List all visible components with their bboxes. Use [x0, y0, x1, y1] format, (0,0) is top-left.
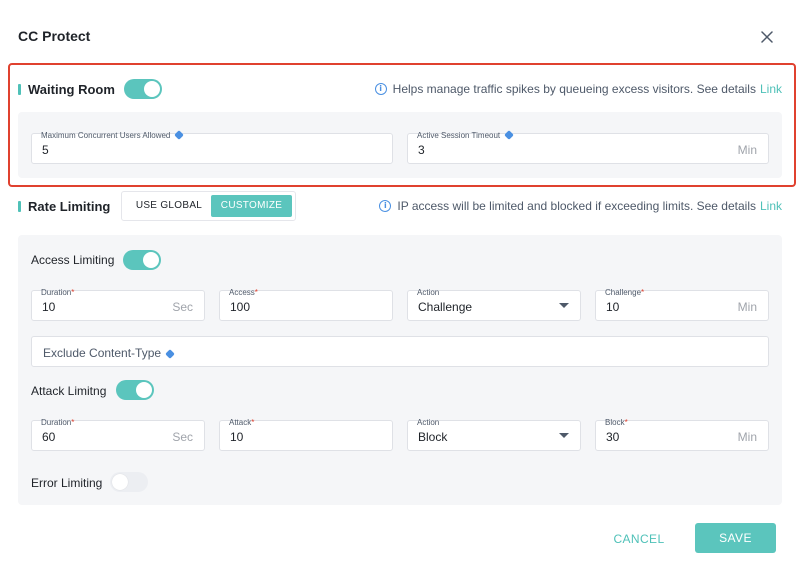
field-label: Action	[417, 288, 440, 297]
active-session-timeout-field[interactable]: Active Session Timeout 3 Min	[407, 130, 769, 164]
access-duration-value: 10	[42, 300, 56, 314]
toggle-knob	[112, 474, 128, 490]
field-label: Duration*	[41, 288, 75, 297]
waiting-room-section-marker	[18, 84, 21, 95]
max-concurrent-users-field[interactable]: Maximum Concurrent Users Allowed 5	[31, 130, 393, 164]
field-label: Active Session Timeout	[417, 130, 514, 140]
error-limiting-label: Error Limiting	[31, 476, 103, 490]
block-duration-field[interactable]: Block* 30 Min	[595, 418, 769, 451]
cc-protect-dialog: CC Protect Waiting Room i Helps manage t…	[0, 0, 800, 579]
attack-count-field[interactable]: Attack* 10	[219, 418, 393, 451]
field-label: Action	[417, 418, 440, 427]
use-global-button[interactable]: USE GLOBAL	[126, 195, 212, 217]
close-icon[interactable]	[758, 28, 776, 46]
challenge-duration-field[interactable]: Challenge* 10 Min	[595, 288, 769, 321]
rate-limiting-panel	[18, 235, 782, 505]
block-duration-value: 30	[606, 430, 620, 444]
rate-limiting-details-link[interactable]: Link	[760, 199, 782, 213]
exclude-content-type-input[interactable]: Exclude Content-Type	[31, 336, 769, 367]
rate-limiting-section-marker	[18, 201, 21, 212]
access-action-select[interactable]: Action Challenge	[407, 288, 581, 321]
toggle-knob	[144, 81, 160, 97]
rate-limiting-info-text: IP access will be limited and blocked if…	[397, 199, 756, 213]
access-count-field[interactable]: Access* 100	[219, 288, 393, 321]
hint-icon	[165, 349, 175, 359]
info-icon: i	[379, 200, 392, 212]
toggle-knob	[143, 252, 159, 268]
chevron-down-icon	[559, 433, 569, 438]
access-limiting-label: Access Limiting	[31, 253, 115, 267]
error-limiting-toggle[interactable]	[110, 472, 148, 492]
field-label: Attack*	[229, 418, 255, 427]
waiting-room-info: i Helps manage traffic spikes by queuein…	[374, 82, 782, 96]
waiting-room-info-text: Helps manage traffic spikes by queueing …	[392, 82, 756, 96]
info-icon: i	[374, 83, 387, 95]
hint-icon	[174, 130, 185, 140]
rate-limiting-title: Rate Limiting	[28, 199, 111, 214]
save-button[interactable]: SAVE	[695, 523, 776, 553]
waiting-room-toggle[interactable]	[124, 79, 162, 99]
unit-label: Min	[737, 430, 757, 444]
chevron-down-icon	[559, 303, 569, 308]
exclude-content-type-placeholder: Exclude Content-Type	[43, 346, 175, 360]
field-label: Access*	[229, 288, 258, 297]
access-count-value: 100	[230, 300, 251, 314]
unit-label: Sec	[172, 300, 193, 314]
waiting-room-details-link[interactable]: Link	[760, 82, 782, 96]
waiting-room-title: Waiting Room	[28, 82, 115, 97]
toggle-knob	[136, 382, 152, 398]
rate-limiting-mode-switch: USE GLOBAL CUSTOMIZE	[121, 191, 296, 221]
active-session-timeout-value: 3	[418, 143, 425, 157]
dialog-title: CC Protect	[18, 28, 91, 44]
access-action-value: Challenge	[418, 300, 473, 314]
field-label: Challenge*	[605, 288, 645, 297]
challenge-duration-value: 10	[606, 300, 620, 314]
unit-label: Sec	[172, 430, 193, 444]
unit-label: Min	[737, 300, 757, 314]
waiting-room-panel: Maximum Concurrent Users Allowed 5 Activ…	[18, 112, 782, 178]
attack-action-select[interactable]: Action Block	[407, 418, 581, 451]
hint-icon	[504, 130, 514, 140]
field-label: Block*	[605, 418, 628, 427]
field-label: Maximum Concurrent Users Allowed	[41, 130, 185, 140]
access-duration-field[interactable]: Duration* 10 Sec	[31, 288, 205, 321]
max-concurrent-users-value: 5	[42, 143, 49, 157]
attack-count-value: 10	[230, 430, 244, 444]
rate-limiting-info: i IP access will be limited and blocked …	[379, 199, 782, 213]
attack-limiting-label: Attack Limitng	[31, 384, 107, 398]
access-limiting-toggle[interactable]	[123, 250, 161, 270]
field-label: Duration*	[41, 418, 75, 427]
attack-action-value: Block	[418, 430, 448, 444]
unit-label: Min	[737, 143, 757, 157]
attack-duration-value: 60	[42, 430, 56, 444]
customize-button[interactable]: CUSTOMIZE	[211, 195, 292, 217]
cancel-button[interactable]: CANCEL	[601, 525, 677, 553]
attack-limiting-toggle[interactable]	[116, 380, 154, 400]
attack-duration-field[interactable]: Duration* 60 Sec	[31, 418, 205, 451]
